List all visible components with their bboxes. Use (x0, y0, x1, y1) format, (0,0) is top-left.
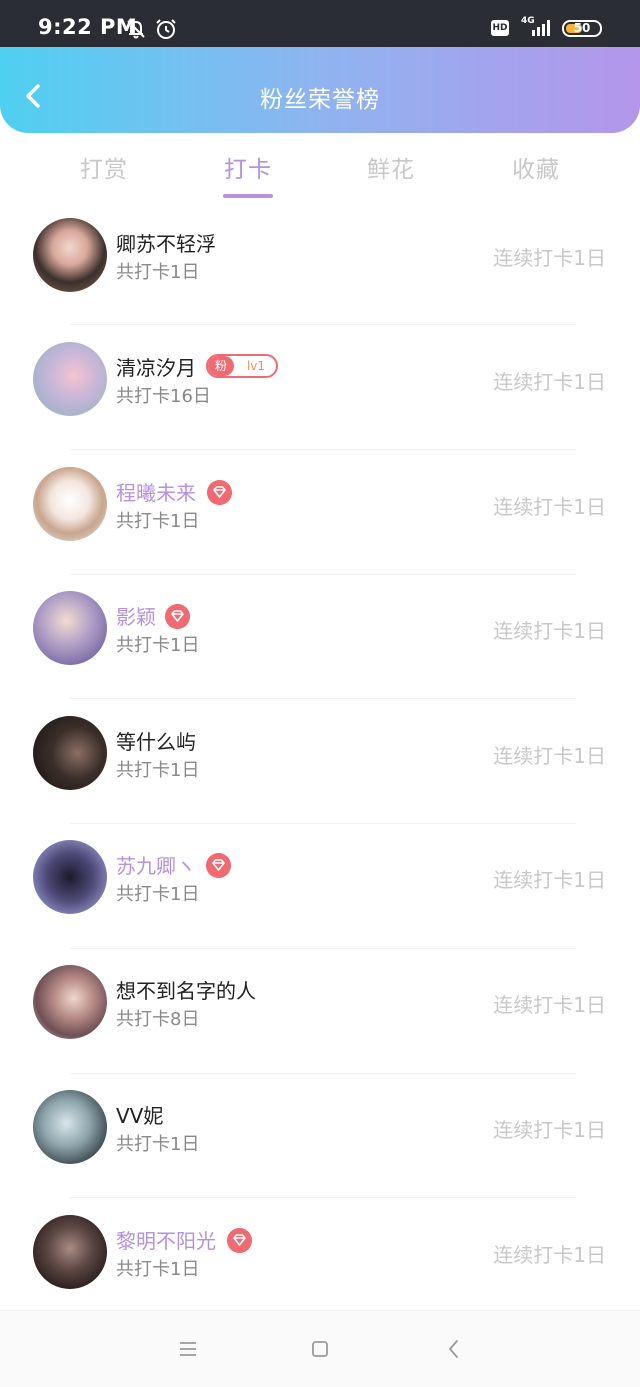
battery-level: 50 (573, 21, 591, 35)
divider (70, 1073, 576, 1074)
tab-favorites[interactable]: 收藏 (486, 150, 586, 184)
avatar[interactable] (33, 716, 107, 790)
avatar[interactable] (33, 840, 107, 914)
avatar[interactable] (33, 467, 107, 541)
status-time: 9:22 PM (38, 15, 138, 39)
tab-reward[interactable]: 打赏 (54, 150, 154, 184)
user-name: 苏九卿ヽ (116, 854, 196, 878)
user-name: 清凉汐月 (116, 356, 196, 380)
system-nav-bar (0, 1310, 640, 1387)
total-checkins: 共打卡1日 (116, 635, 200, 656)
avatar[interactable] (33, 591, 107, 665)
divider (70, 823, 576, 824)
alarm-icon (156, 19, 176, 39)
divider (70, 698, 576, 699)
user-name: 卿苏不轻浮 (116, 232, 216, 256)
home-square-icon[interactable] (308, 1337, 332, 1361)
divider (70, 324, 576, 325)
fan-level-badge: 粉 lv1 (206, 354, 278, 378)
user-name: 影颖 (116, 605, 156, 629)
avatar[interactable] (33, 1090, 107, 1164)
streak-label: 连续打卡1日 (493, 495, 606, 519)
user-name: 想不到名字的人 (116, 979, 256, 1003)
fan-badge-level: lv1 (246, 359, 266, 373)
streak-label: 连续打卡1日 (493, 1118, 606, 1142)
tab-flowers[interactable]: 鲜花 (341, 150, 441, 184)
streak-label: 连续打卡1日 (493, 744, 606, 768)
tab-bar: 打赏 打卡 鲜花 收藏 (0, 150, 640, 200)
bell-muted-icon (127, 20, 145, 39)
divider (70, 574, 576, 575)
total-checkins: 共打卡1日 (116, 1134, 200, 1155)
streak-label: 连续打卡1日 (493, 619, 606, 643)
streak-label: 连续打卡1日 (493, 868, 606, 892)
diamond-icon (206, 853, 231, 878)
signal-icon (532, 20, 550, 36)
menu-icon[interactable] (176, 1337, 200, 1361)
diamond-icon (227, 1228, 252, 1253)
back-chevron-icon[interactable] (442, 1337, 466, 1361)
diamond-icon (165, 604, 190, 629)
divider (70, 948, 576, 949)
streak-label: 连续打卡1日 (493, 370, 606, 394)
list-item[interactable]: 苏九卿ヽ 共打卡1日 连续打卡1日 (0, 840, 640, 965)
avatar[interactable] (33, 218, 107, 292)
list-item[interactable]: 想不到名字的人 共打卡8日 连续打卡1日 (0, 965, 640, 1090)
status-bar: 9:22 PM HD 4G 50 (0, 0, 640, 47)
battery-icon: 50 (562, 20, 602, 37)
diamond-icon (207, 480, 232, 505)
tab-checkin[interactable]: 打卡 (198, 150, 298, 184)
total-checkins: 共打卡1日 (116, 262, 200, 283)
fan-badge-label: 粉 (208, 356, 234, 376)
divider (70, 449, 576, 450)
tab-indicator (223, 194, 273, 198)
total-checkins: 共打卡8日 (116, 1009, 200, 1030)
avatar[interactable] (33, 1215, 107, 1289)
avatar[interactable] (33, 965, 107, 1039)
streak-label: 连续打卡1日 (493, 993, 606, 1017)
avatar[interactable] (33, 342, 107, 416)
streak-label: 连续打卡1日 (493, 246, 606, 270)
user-name: 黎明不阳光 (116, 1229, 216, 1253)
total-checkins: 共打卡1日 (116, 884, 200, 905)
app-screen: 9:22 PM HD 4G 50 粉丝荣誉榜 打赏 打卡 鲜花 收藏 卿苏不轻浮… (0, 0, 640, 1387)
user-name: 程曦未来 (116, 481, 196, 505)
divider (70, 1197, 576, 1198)
total-checkins: 共打卡1日 (116, 760, 200, 781)
page-title: 粉丝荣誉榜 (260, 87, 380, 113)
total-checkins: 共打卡1日 (116, 511, 200, 532)
streak-label: 连续打卡1日 (493, 1243, 606, 1267)
user-name: VV妮 (116, 1104, 164, 1128)
hd-icon: HD (491, 20, 509, 36)
total-checkins: 共打卡16日 (116, 386, 211, 407)
total-checkins: 共打卡1日 (116, 1259, 200, 1280)
user-name: 等什么屿 (116, 730, 196, 754)
